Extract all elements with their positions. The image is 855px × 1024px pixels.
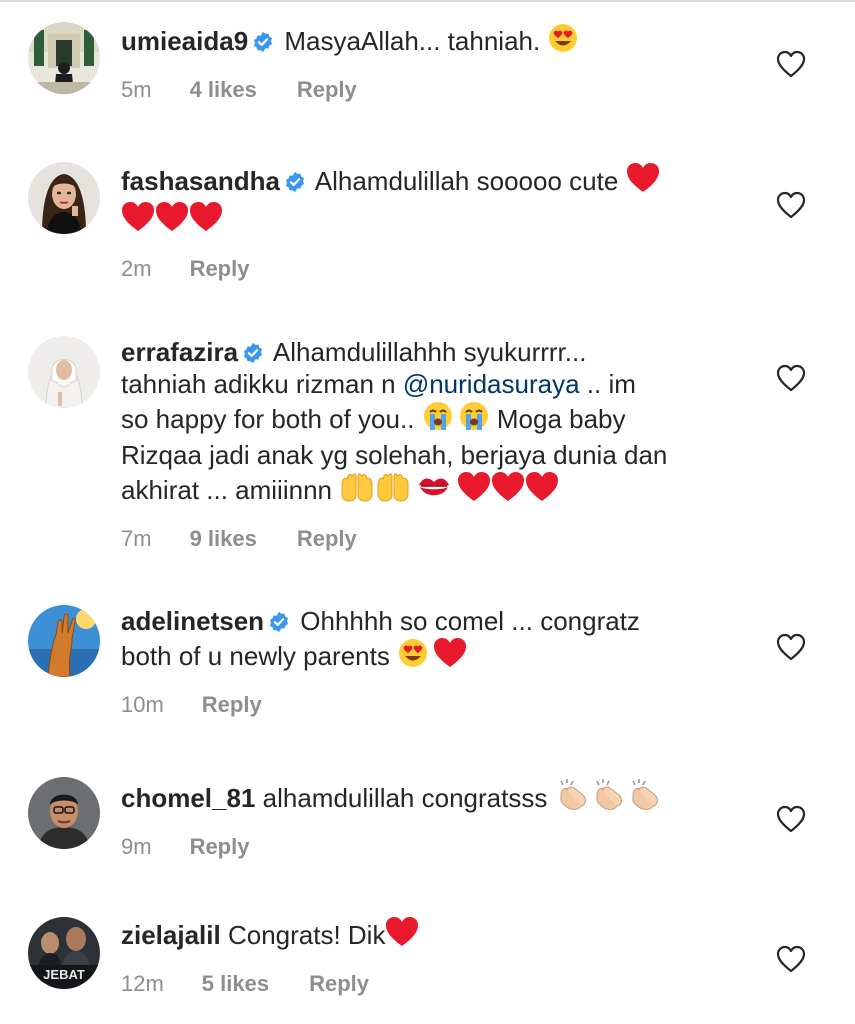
comment-time: 10m bbox=[121, 692, 164, 717]
likes-count[interactable]: 4 likes bbox=[190, 77, 257, 103]
comment-content: so happy for both of you.. bbox=[121, 404, 422, 434]
like-heart-icon[interactable] bbox=[776, 633, 806, 661]
comment-body: zielajalil Congrats! Dik 12m 5 likes Reply bbox=[121, 916, 741, 997]
clapping-hands-emoji-icon bbox=[555, 777, 591, 818]
likes-count[interactable]: 5 likes bbox=[202, 971, 269, 997]
comment-text: umieaida9 MasyaAllah... tahniah. bbox=[121, 22, 741, 61]
verified-badge-icon bbox=[284, 168, 306, 193]
open-hands-emoji-icon bbox=[339, 471, 375, 510]
comment-content: tahniah adikku rizman n bbox=[121, 369, 403, 399]
comment-body: chomel_81 alhamdulillah congratsss 9m Rep… bbox=[121, 777, 741, 860]
heart-eyes-emoji-icon bbox=[397, 637, 429, 676]
verified-badge-icon bbox=[242, 339, 264, 364]
username[interactable]: adelinetsen bbox=[121, 606, 264, 636]
comment-time: 9m bbox=[121, 834, 152, 859]
likes-count[interactable]: 9 likes bbox=[190, 526, 257, 552]
crying-face-emoji-icon bbox=[458, 400, 490, 439]
heart-eyes-emoji-icon bbox=[547, 22, 579, 61]
comment-time: 5m bbox=[121, 77, 152, 102]
comment-meta: 7m 9 likes Reply bbox=[121, 526, 741, 552]
red-heart-emoji-icon bbox=[525, 471, 559, 510]
comment-meta: 12m 5 likes Reply bbox=[121, 971, 741, 997]
username[interactable]: umieaida9 bbox=[121, 26, 248, 56]
comment-time: 2m bbox=[121, 256, 152, 281]
comment-content: Alhamdulillah sooooo cute bbox=[308, 166, 626, 196]
avatar[interactable] bbox=[28, 162, 100, 234]
like-heart-icon[interactable] bbox=[776, 805, 806, 833]
comment-content: MasyaAllah... tahniah. bbox=[277, 26, 548, 56]
comment-meta: 9m Reply bbox=[121, 834, 741, 860]
comment-content: Ohhhhh so comel ... congratz bbox=[293, 606, 640, 636]
username[interactable]: chomel_81 bbox=[121, 783, 255, 813]
top-divider bbox=[0, 0, 855, 2]
comment-content: Congrats! Dik bbox=[220, 920, 386, 950]
avatar[interactable] bbox=[28, 22, 100, 94]
comment-content: Alhamdulillahhh syukurrrr... bbox=[267, 337, 587, 367]
comment-content: Moga baby bbox=[489, 404, 626, 434]
avatar[interactable]: JEBAT bbox=[28, 917, 100, 989]
reply-button[interactable]: Reply bbox=[190, 256, 250, 282]
like-heart-icon[interactable] bbox=[776, 364, 806, 392]
red-heart-emoji-icon bbox=[457, 471, 491, 510]
like-heart-icon[interactable] bbox=[776, 945, 806, 973]
clapping-hands-emoji-icon bbox=[627, 777, 663, 818]
red-heart-emoji-icon bbox=[433, 637, 467, 676]
comment-text: errafazira Alhamdulillahhh syukurrrr... t… bbox=[121, 336, 741, 510]
clapping-hands-emoji-icon bbox=[591, 777, 627, 818]
reply-button[interactable]: Reply bbox=[297, 77, 357, 103]
like-heart-icon[interactable] bbox=[776, 191, 806, 219]
avatar-caption: JEBAT bbox=[43, 967, 85, 982]
comment-body: umieaida9 MasyaAllah... tahniah. 5m 4 lik… bbox=[121, 22, 741, 103]
comment-body: errafazira Alhamdulillahhh syukurrrr... t… bbox=[121, 336, 741, 552]
comment-time: 12m bbox=[121, 971, 164, 996]
comment-content: alhamdulillah congratsss bbox=[255, 783, 555, 813]
crying-face-emoji-icon bbox=[422, 400, 454, 439]
reply-button[interactable]: Reply bbox=[202, 692, 262, 718]
red-heart-emoji-icon bbox=[626, 162, 660, 201]
comment-meta: 2m Reply bbox=[121, 256, 741, 282]
avatar[interactable] bbox=[28, 605, 100, 677]
reply-button[interactable]: Reply bbox=[190, 834, 250, 860]
comment-text: chomel_81 alhamdulillah congratsss bbox=[121, 777, 741, 818]
comment-body: adelinetsen Ohhhhh so comel ... congratz… bbox=[121, 605, 741, 718]
username[interactable]: zielajalil bbox=[121, 920, 221, 950]
avatar[interactable] bbox=[28, 777, 100, 849]
red-heart-emoji-icon bbox=[189, 201, 223, 240]
comment-meta: 10m Reply bbox=[121, 692, 741, 718]
kiss-mark-emoji-icon bbox=[417, 471, 451, 510]
verified-badge-icon bbox=[252, 28, 274, 53]
red-heart-emoji-icon bbox=[155, 201, 189, 240]
comment-content: both of u newly parents bbox=[121, 641, 398, 671]
comment-content: akhirat ... amiiinnn bbox=[121, 475, 340, 505]
avatar[interactable] bbox=[28, 336, 100, 408]
reply-button[interactable]: Reply bbox=[309, 971, 369, 997]
red-heart-emoji-icon bbox=[121, 201, 155, 240]
username[interactable]: errafazira bbox=[121, 337, 238, 367]
red-heart-emoji-icon bbox=[491, 471, 525, 510]
red-heart-emoji-icon bbox=[385, 916, 419, 955]
comment-time: 7m bbox=[121, 526, 152, 551]
comment-content: Rizqaa jadi anak yg solehah, berjaya dun… bbox=[121, 440, 668, 470]
comment-meta: 5m 4 likes Reply bbox=[121, 77, 741, 103]
mention-link[interactable]: @nuridasuraya bbox=[403, 369, 580, 399]
comment-content: .. im bbox=[579, 369, 636, 399]
like-heart-icon[interactable] bbox=[776, 50, 806, 78]
comment-text: fashasandha Alhamdulillah sooooo cute bbox=[121, 162, 741, 240]
comment-text: adelinetsen Ohhhhh so comel ... congratz… bbox=[121, 605, 741, 676]
verified-badge-icon bbox=[268, 608, 290, 633]
reply-button[interactable]: Reply bbox=[297, 526, 357, 552]
open-hands-emoji-icon bbox=[375, 471, 411, 510]
comment-body: fashasandha Alhamdulillah sooooo cute 2m… bbox=[121, 162, 741, 282]
comment-text: zielajalil Congrats! Dik bbox=[121, 916, 741, 955]
username[interactable]: fashasandha bbox=[121, 166, 280, 196]
